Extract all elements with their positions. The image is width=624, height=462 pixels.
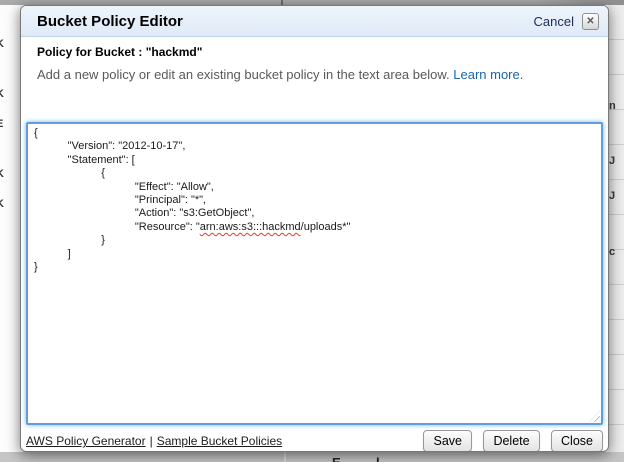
bg-text-fragment: E bbox=[332, 455, 341, 462]
background-divider bbox=[284, 452, 286, 462]
close-button[interactable]: Close bbox=[551, 430, 603, 452]
save-button[interactable]: Save bbox=[423, 430, 472, 452]
background-bottom-strip: El bbox=[0, 452, 624, 462]
bucket-policy-editor-dialog: Bucket Policy Editor Cancel ✕ Policy for… bbox=[20, 5, 609, 452]
dialog-titlebar: Bucket Policy Editor Cancel ✕ bbox=[21, 6, 608, 37]
bg-text-fragment: l bbox=[376, 455, 380, 462]
dialog-footer: AWS Policy Generator | Sample Bucket Polic… bbox=[26, 430, 603, 452]
sample-bucket-policies-link[interactable]: Sample Bucket Policies bbox=[157, 434, 282, 448]
description-text: Add a new policy or edit an existing buc… bbox=[37, 67, 592, 82]
cancel-link[interactable]: Cancel bbox=[534, 14, 574, 29]
dialog-title: Bucket Policy Editor bbox=[37, 13, 534, 30]
delete-button[interactable]: Delete bbox=[483, 430, 539, 452]
dialog-body: Policy for Bucket : "hackmd" Add a new p… bbox=[21, 45, 608, 452]
policy-for-bucket-heading: Policy for Bucket : "hackmd" bbox=[37, 45, 592, 59]
background-right-strip: n J Jc bbox=[608, 5, 624, 452]
description-label: Add a new policy or edit an existing buc… bbox=[37, 67, 450, 82]
policy-textarea[interactable]: { "Version": "2012-10-17", "Statement": … bbox=[26, 122, 603, 425]
bg-text-fragment: K bbox=[0, 198, 4, 210]
policy-text: { "Version": "2012-10-17", "Statement": … bbox=[34, 127, 595, 274]
bg-text-fragment: K bbox=[0, 168, 4, 180]
bg-text-fragment: K bbox=[0, 88, 4, 100]
bg-text-fragment: J bbox=[609, 190, 615, 202]
bg-text-fragment: J bbox=[609, 155, 615, 167]
learn-more-link[interactable]: Learn more. bbox=[453, 67, 523, 82]
resize-handle-icon[interactable] bbox=[589, 411, 600, 422]
bg-text-fragment: n bbox=[609, 100, 616, 112]
close-icon[interactable]: ✕ bbox=[582, 13, 599, 30]
footer-links: AWS Policy Generator | Sample Bucket Polic… bbox=[26, 434, 282, 448]
link-separator: | bbox=[150, 434, 153, 448]
page-background: K K E K K n J Jc El Bucket Policy Editor Cance… bbox=[0, 0, 624, 462]
bg-text-fragment: K bbox=[0, 38, 4, 50]
footer-buttons: Save Delete Close bbox=[416, 430, 603, 452]
aws-policy-generator-link[interactable]: AWS Policy Generator bbox=[26, 434, 146, 448]
bg-text-fragment: c bbox=[609, 246, 615, 258]
bg-text-fragment: E bbox=[0, 118, 3, 130]
background-left-strip: K K E K K bbox=[0, 5, 20, 452]
